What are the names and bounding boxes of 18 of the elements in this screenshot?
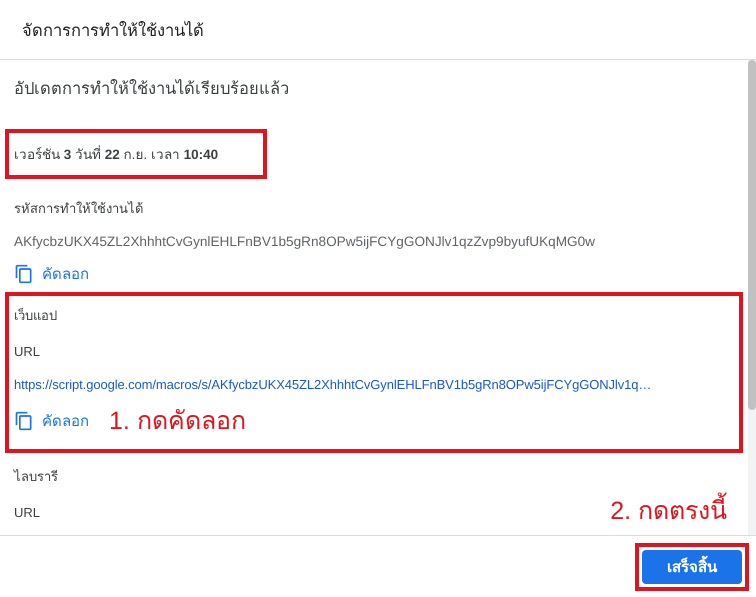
version-info: เวอร์ชัน 3 วันที่ 22 ก.ย. เวลา 10:40 [5,129,267,179]
annotation-text: 1. กดคัดลอก [109,406,246,437]
field-label: รหัสการทำให้ใช้งานได้ [14,200,143,218]
copy-icon [14,264,34,284]
url-link[interactable]: https://script.google.com/macros/s/AKfycbzUKX45ZL2XhhhtCvGynlEHLFnBV1b5gRn8OPw5ijFCYgGONJlv1q… [14,375,739,395]
section-heading: เว็บแอป [14,306,57,325]
dialog-title: จัดการการทำให้ใช้งานได้ [22,20,204,42]
copy-button[interactable]: คัดลอก [14,260,89,288]
status-message: อัปเดตการทำให้ใช้งานได้เรียบร้อยแล้ว [14,78,290,100]
field-label: URL [14,343,40,361]
annotation-text: 2. กดตรงนี้ [610,490,727,530]
copy-icon [14,411,34,431]
section-heading: ไลบรารี [14,468,58,486]
field-label: URL [14,504,40,522]
deployment-id: AKfycbzUKX45ZL2XhhhtCvGynlEHLFnBV1b5gRn8OPw5ijFCYgGONJlv1qzZvp9byufUKqMG0w [14,233,596,251]
scrollbar[interactable] [748,60,756,535]
copy-button[interactable]: คัดลอก [14,407,89,435]
done-button[interactable]: เสร็จสิ้น [642,550,742,584]
